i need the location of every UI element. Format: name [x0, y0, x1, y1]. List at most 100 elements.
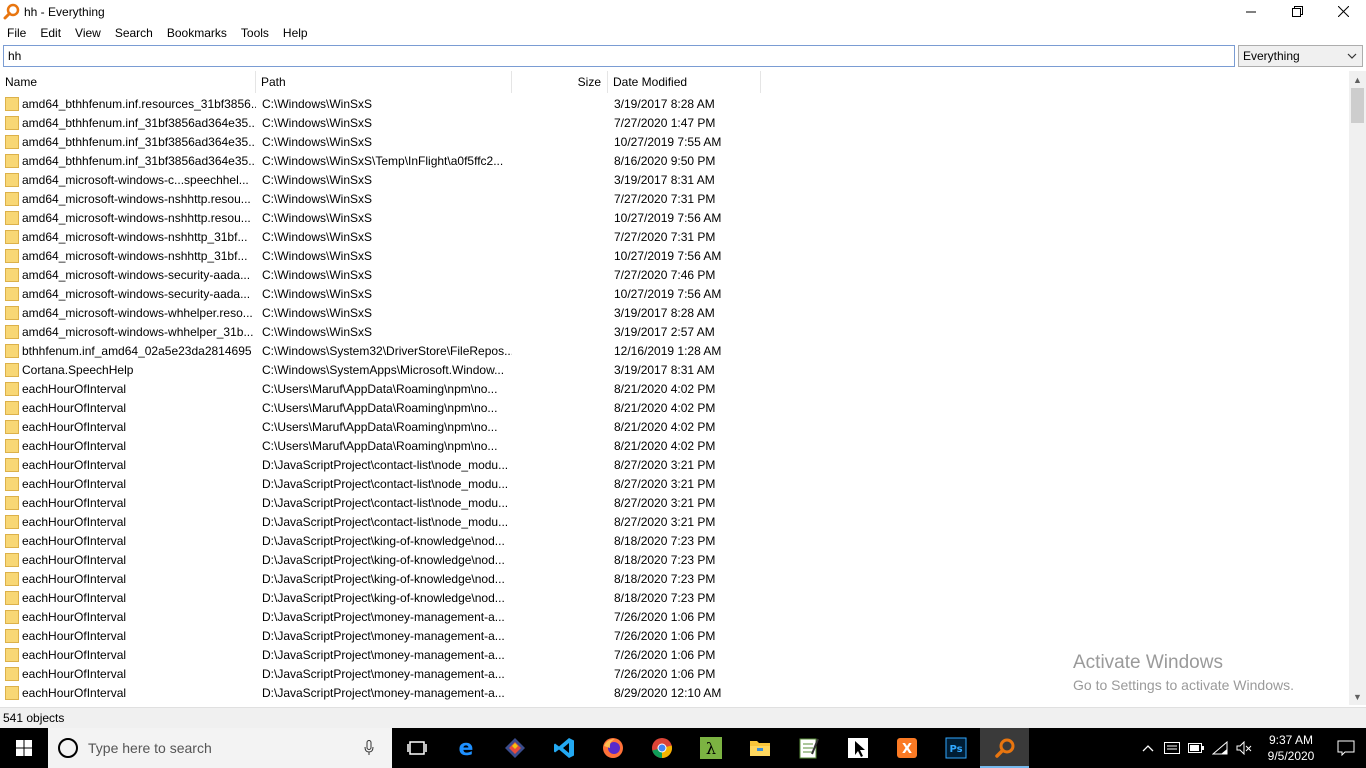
row-path: C:\Users\Maruf\AppData\Roaming\npm\no... [262, 381, 498, 396]
column-size[interactable]: Size [512, 71, 608, 93]
vscode-icon[interactable] [539, 728, 588, 768]
table-row[interactable]: eachHourOfInterval D:\JavaScriptProject\k… [0, 569, 1348, 588]
row-path: D:\JavaScriptProject\contact-list\node_m… [262, 476, 509, 491]
row-name: amd64_bthhfenum.inf_31bf3856ad364e35... [22, 115, 256, 130]
filter-dropdown[interactable]: Everything [1238, 45, 1363, 67]
table-row[interactable]: eachHourOfInterval D:\JavaScriptProject\c… [0, 493, 1348, 512]
table-row[interactable]: amd64_bthhfenum.inf_31bf3856ad364e35... C… [0, 132, 1348, 151]
row-date: 8/18/2020 7:23 PM [614, 552, 716, 567]
photoshop-icon[interactable]: Ps [931, 728, 980, 768]
row-path: C:\Windows\WinSxS [262, 229, 373, 244]
search-input[interactable] [3, 45, 1235, 67]
table-row[interactable]: amd64_microsoft-windows-security-aada...… [0, 265, 1348, 284]
svg-text:e: e [458, 737, 473, 759]
table-row[interactable]: amd64_bthhfenum.inf_31bf3856ad364e35... C… [0, 113, 1348, 132]
table-row[interactable]: amd64_microsoft-windows-whhelper.reso...… [0, 303, 1348, 322]
svg-text:X: X [901, 742, 911, 757]
menu-view[interactable]: View [68, 23, 108, 43]
row-date: 8/29/2020 12:10 AM [614, 685, 722, 700]
table-row[interactable]: bthhfenum.inf_amd64_02a5e23da2814695 C:\W… [0, 341, 1348, 360]
row-path: D:\JavaScriptProject\money-management-a.… [262, 685, 505, 700]
table-row[interactable]: eachHourOfInterval D:\JavaScriptProject\m… [0, 626, 1348, 645]
row-name: amd64_microsoft-windows-nshhttp.resou... [22, 210, 251, 225]
show-hidden-icons-icon[interactable] [1136, 728, 1160, 768]
wifi-icon[interactable] [1208, 728, 1232, 768]
table-row[interactable]: amd64_microsoft-windows-nshhttp.resou...… [0, 208, 1348, 227]
table-row[interactable]: amd64_bthhfenum.inf_31bf3856ad364e35... C… [0, 151, 1348, 170]
volume-muted-icon[interactable] [1232, 728, 1256, 768]
table-row[interactable]: eachHourOfInterval C:\Users\Maruf\AppData… [0, 436, 1348, 455]
table-row[interactable]: amd64_microsoft-windows-whhelper_31b... C… [0, 322, 1348, 341]
row-path: C:\Windows\WinSxS [262, 191, 373, 206]
battery-icon[interactable] [1184, 728, 1208, 768]
menu-tools[interactable]: Tools [234, 23, 276, 43]
row-path: C:\Windows\WinSxS [262, 210, 373, 225]
table-row[interactable]: eachHourOfInterval D:\JavaScriptProject\k… [0, 588, 1348, 607]
microphone-icon[interactable] [364, 740, 374, 756]
git-icon[interactable] [490, 728, 539, 768]
row-date: 8/27/2020 3:21 PM [614, 514, 716, 529]
table-row[interactable]: eachHourOfInterval C:\Users\Maruf\AppData… [0, 417, 1348, 436]
row-name-cell: eachHourOfInterval [0, 571, 256, 586]
firefox-icon[interactable] [588, 728, 637, 768]
table-row[interactable]: eachHourOfInterval D:\JavaScriptProject\c… [0, 455, 1348, 474]
row-name: amd64_microsoft-windows-nshhttp_31bf... [22, 229, 248, 244]
table-row[interactable]: eachHourOfInterval D:\JavaScriptProject\m… [0, 607, 1348, 626]
edge-icon[interactable]: e [441, 728, 490, 768]
table-row[interactable]: amd64_microsoft-windows-nshhttp_31bf... C… [0, 246, 1348, 265]
lambda-icon[interactable]: λ [686, 728, 735, 768]
table-row[interactable]: eachHourOfInterval C:\Users\Maruf\AppData… [0, 398, 1348, 417]
row-name: amd64_bthhfenum.inf.resources_31bf3856..… [22, 96, 256, 111]
table-row[interactable]: amd64_microsoft-windows-nshhttp.resou...… [0, 189, 1348, 208]
menu-file[interactable]: File [0, 23, 33, 43]
row-name: eachHourOfInterval [22, 476, 127, 491]
row-date: 10/27/2019 7:56 AM [614, 248, 722, 263]
column-name[interactable]: Name [0, 71, 256, 93]
table-row[interactable]: Cortana.SpeechHelp C:\Windows\SystemApps\… [0, 360, 1348, 379]
menu-edit[interactable]: Edit [33, 23, 68, 43]
scroll-up-icon[interactable]: ▲ [1349, 71, 1366, 88]
notification-icon[interactable] [1326, 728, 1366, 768]
start-button[interactable] [0, 728, 48, 768]
vertical-scrollbar[interactable]: ▲ ▼ [1349, 71, 1366, 705]
table-row[interactable]: amd64_bthhfenum.inf.resources_31bf3856..… [0, 94, 1348, 113]
table-row[interactable]: amd64_microsoft-windows-nshhttp_31bf... C… [0, 227, 1348, 246]
scroll-thumb[interactable] [1351, 88, 1364, 123]
chrome-icon[interactable] [637, 728, 686, 768]
column-path[interactable]: Path [256, 71, 512, 93]
table-row[interactable]: eachHourOfInterval D:\JavaScriptProject\c… [0, 474, 1348, 493]
notepad-icon[interactable] [784, 728, 833, 768]
row-date: 7/27/2020 7:31 PM [614, 229, 716, 244]
table-row[interactable]: amd64_microsoft-windows-c...speechhel...… [0, 170, 1348, 189]
scroll-down-icon[interactable]: ▼ [1349, 688, 1366, 705]
task-view-icon[interactable] [392, 728, 441, 768]
object-count: 541 objects [3, 711, 65, 725]
taskbar-clock[interactable]: 9:37 AM 9/5/2020 [1256, 732, 1326, 764]
snipping-tool-icon[interactable] [833, 728, 882, 768]
table-row[interactable]: eachHourOfInterval D:\JavaScriptProject\c… [0, 512, 1348, 531]
keyboard-icon[interactable] [1160, 728, 1184, 768]
folder-icon [5, 305, 19, 320]
menu-search[interactable]: Search [108, 23, 160, 43]
close-button[interactable] [1320, 0, 1366, 23]
menu-bookmarks[interactable]: Bookmarks [160, 23, 234, 43]
table-row[interactable]: eachHourOfInterval D:\JavaScriptProject\k… [0, 550, 1348, 569]
table-row[interactable]: amd64_microsoft-windows-security-aada...… [0, 284, 1348, 303]
table-row[interactable]: eachHourOfInterval D:\JavaScriptProject\k… [0, 531, 1348, 550]
restore-button[interactable] [1274, 0, 1320, 23]
row-date: 7/26/2020 1:06 PM [614, 628, 716, 643]
row-name-cell: amd64_microsoft-windows-nshhttp.resou... [0, 210, 256, 225]
table-row[interactable]: eachHourOfInterval C:\Users\Maruf\AppData… [0, 379, 1348, 398]
taskbar-search-box[interactable]: Type here to search [48, 728, 392, 768]
column-date-modified[interactable]: Date Modified [608, 71, 761, 93]
row-name-cell: eachHourOfInterval [0, 609, 256, 624]
file-explorer-icon[interactable] [735, 728, 784, 768]
minimize-button[interactable] [1228, 0, 1274, 23]
everything-taskbar-icon[interactable] [980, 728, 1029, 768]
xampp-icon[interactable]: X [882, 728, 931, 768]
row-date: 10/27/2019 7:56 AM [614, 210, 722, 225]
folder-icon [5, 533, 19, 548]
menu-help[interactable]: Help [276, 23, 315, 43]
folder-icon [5, 628, 19, 643]
row-name-cell: amd64_microsoft-windows-whhelper_31b... [0, 324, 256, 339]
